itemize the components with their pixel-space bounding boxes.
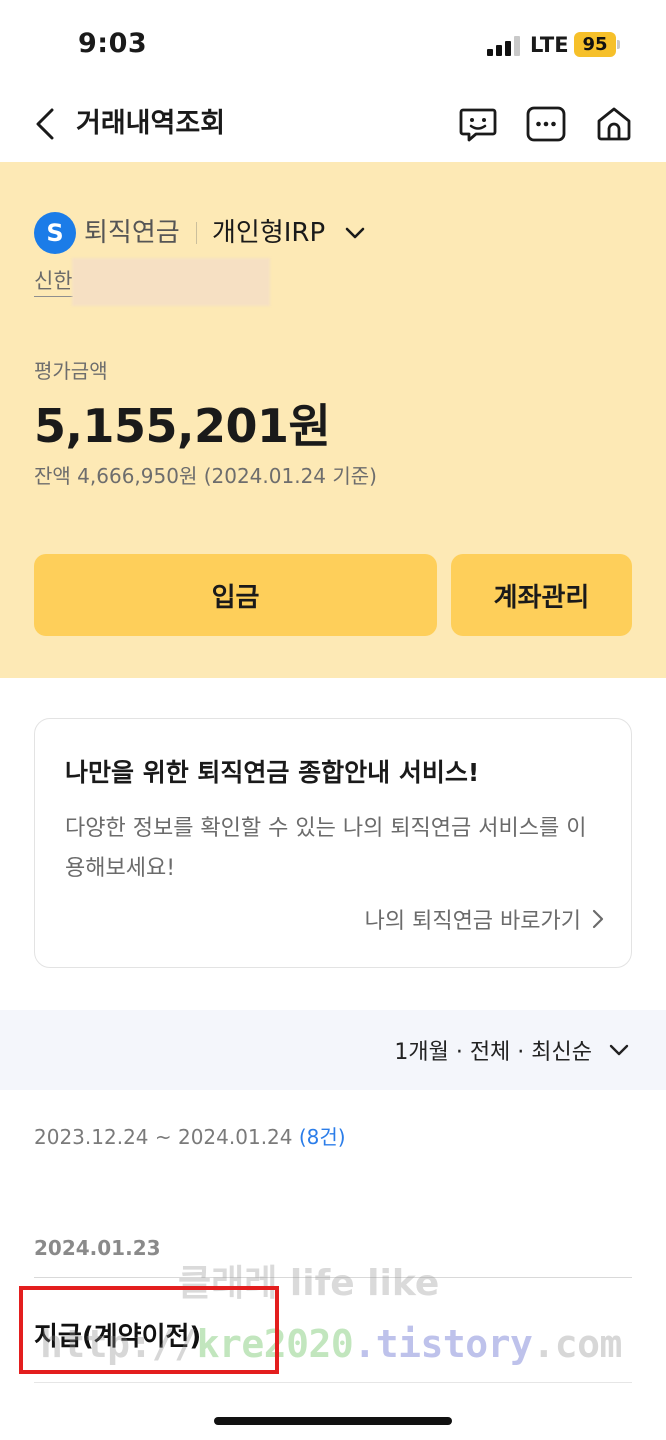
chevron-down-icon[interactable]	[342, 220, 368, 246]
date-range-text: 2023.12.24 ~ 2024.01.24	[34, 1125, 293, 1149]
back-chevron-icon	[36, 108, 54, 140]
promo-link-label: 나의 퇴직연금 바로가기	[364, 909, 581, 934]
home-icon	[597, 107, 631, 141]
watermark-url-part: .tistory	[353, 1322, 533, 1366]
row-divider	[34, 1382, 632, 1383]
status-bar: 9:03 LTE 95	[0, 0, 666, 88]
promo-title: 나만을 위한 퇴직연금 종합안내 서비스!	[65, 758, 480, 787]
shinhan-logo-icon: S	[34, 212, 76, 254]
chevron-right-icon	[592, 909, 604, 929]
filter-bar: 1개월 · 전체 · 최신순	[0, 1010, 666, 1090]
home-button[interactable]	[592, 102, 636, 146]
account-product-selector[interactable]: 개인형IRP	[212, 212, 325, 254]
promo-description: 다양한 정보를 확인할 수 있는 나의 퇴직연금 서비스를 이용해보세요!	[65, 816, 587, 881]
chevron-down-icon	[609, 1044, 629, 1056]
eval-amount-label: 평가금액	[34, 359, 108, 383]
page-title: 거래내역조회	[76, 108, 226, 139]
account-type-label: 퇴직연금	[84, 218, 180, 248]
status-time: 9:03	[78, 28, 148, 59]
filter-label: 1개월 · 전체 · 최신순	[394, 1040, 592, 1065]
account-manage-button[interactable]: 계좌관리	[451, 554, 632, 636]
account-number-redacted	[72, 258, 270, 306]
promo-link[interactable]: 나의 퇴직연금 바로가기	[365, 903, 605, 935]
watermark-url-part: .com	[532, 1322, 622, 1366]
chatbot-icon	[459, 108, 497, 142]
signal-icon	[487, 36, 521, 56]
type-divider	[196, 222, 197, 244]
date-range: 2023.12.24 ~ 2024.01.24 (8건)	[34, 1121, 346, 1150]
battery-icon: 95	[574, 32, 616, 57]
balance-info: 잔액 4,666,950원 (2024.01.24 기준)	[34, 464, 377, 488]
account-holder-link[interactable]: 신한	[34, 266, 73, 297]
back-button[interactable]	[28, 104, 62, 144]
battery-tip	[617, 40, 620, 49]
transaction-group-date: 2024.01.23	[34, 1236, 161, 1260]
filter-selector[interactable]: 1개월 · 전체 · 최신순	[394, 1010, 630, 1090]
more-menu-button[interactable]	[524, 102, 568, 146]
network-label: LTE	[530, 33, 569, 57]
home-indicator	[214, 1417, 452, 1425]
deposit-button[interactable]: 입금	[34, 554, 437, 636]
eval-amount-value: 5,155,201원	[34, 399, 331, 453]
nav-bar: 거래내역조회	[0, 88, 666, 162]
pension-service-promo-card[interactable]: 나만을 위한 퇴직연금 종합안내 서비스! 다양한 정보를 확인할 수 있는 나…	[34, 718, 632, 968]
highlight-annotation-box	[19, 1286, 279, 1374]
account-summary-card: S 퇴직연금 개인형IRP 신한 평가금액 5,155,201원 잔액 4,66…	[0, 162, 666, 678]
chatbot-button[interactable]	[456, 102, 500, 146]
more-icon	[526, 106, 566, 142]
transaction-count: (8건)	[298, 1125, 346, 1149]
